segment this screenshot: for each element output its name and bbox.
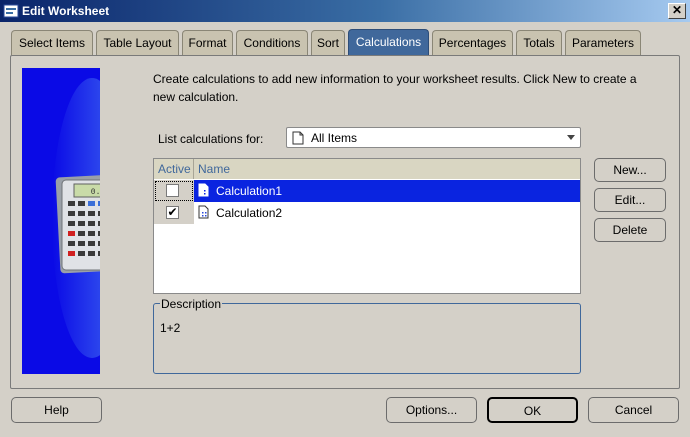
tab-parameters[interactable]: Parameters xyxy=(565,30,641,55)
close-button[interactable]: ✕ xyxy=(668,3,686,19)
tab-conditions[interactable]: Conditions xyxy=(236,30,308,55)
calculation-name: Calculation2 xyxy=(216,206,283,220)
ok-button[interactable]: OK xyxy=(487,397,578,423)
table-row[interactable]: Calculation1 xyxy=(154,180,580,202)
window-title: Edit Worksheet xyxy=(22,4,110,18)
tab-totals[interactable]: Totals xyxy=(516,30,562,55)
calculation-icon xyxy=(198,205,209,219)
calculation-name: Calculation1 xyxy=(216,184,283,198)
tab-table-layout[interactable]: Table Layout xyxy=(96,30,179,55)
tab-format[interactable]: Format xyxy=(182,30,233,55)
table-row[interactable]: ✔ Calculation2 xyxy=(154,202,580,224)
column-header-active[interactable]: Active xyxy=(154,159,194,179)
active-cell xyxy=(154,180,194,202)
list-for-dropdown[interactable]: All Items xyxy=(286,127,581,148)
list-for-value: All Items xyxy=(311,131,358,145)
tab-calculations[interactable]: Calculations xyxy=(348,29,429,56)
instructions-text: Create calculations to add new informati… xyxy=(153,72,637,104)
column-header-name[interactable]: Name xyxy=(194,159,580,179)
active-checkbox[interactable]: ✔ xyxy=(166,206,179,219)
active-checkbox[interactable] xyxy=(166,184,179,197)
tab-percentages[interactable]: Percentages xyxy=(432,30,513,55)
new-button[interactable]: New... xyxy=(594,158,666,182)
description-box xyxy=(153,303,581,374)
edit-button[interactable]: Edit... xyxy=(594,188,666,212)
document-icon xyxy=(292,131,304,145)
description-label: Description xyxy=(160,297,223,311)
calculator-icon: 0.00 xyxy=(22,68,100,374)
calculations-table: Active Name Calculation1 ✔ Calculation2 xyxy=(153,158,581,294)
tab-select-items[interactable]: Select Items xyxy=(11,30,93,55)
app-icon xyxy=(3,4,19,18)
delete-button[interactable]: Delete xyxy=(594,218,666,242)
calculation-icon xyxy=(198,183,209,197)
list-for-label: List calculations for: xyxy=(158,132,264,146)
cancel-button[interactable]: Cancel xyxy=(588,397,679,423)
tab-sort[interactable]: Sort xyxy=(311,30,345,55)
side-banner: 0.00 xyxy=(22,68,100,374)
active-cell: ✔ xyxy=(154,202,194,224)
chevron-down-icon[interactable] xyxy=(567,135,575,140)
calculator-display: 0.00 xyxy=(91,188,100,197)
description-value: 1+2 xyxy=(160,321,181,335)
options-button[interactable]: Options... xyxy=(386,397,477,423)
help-button[interactable]: Help xyxy=(11,397,102,423)
